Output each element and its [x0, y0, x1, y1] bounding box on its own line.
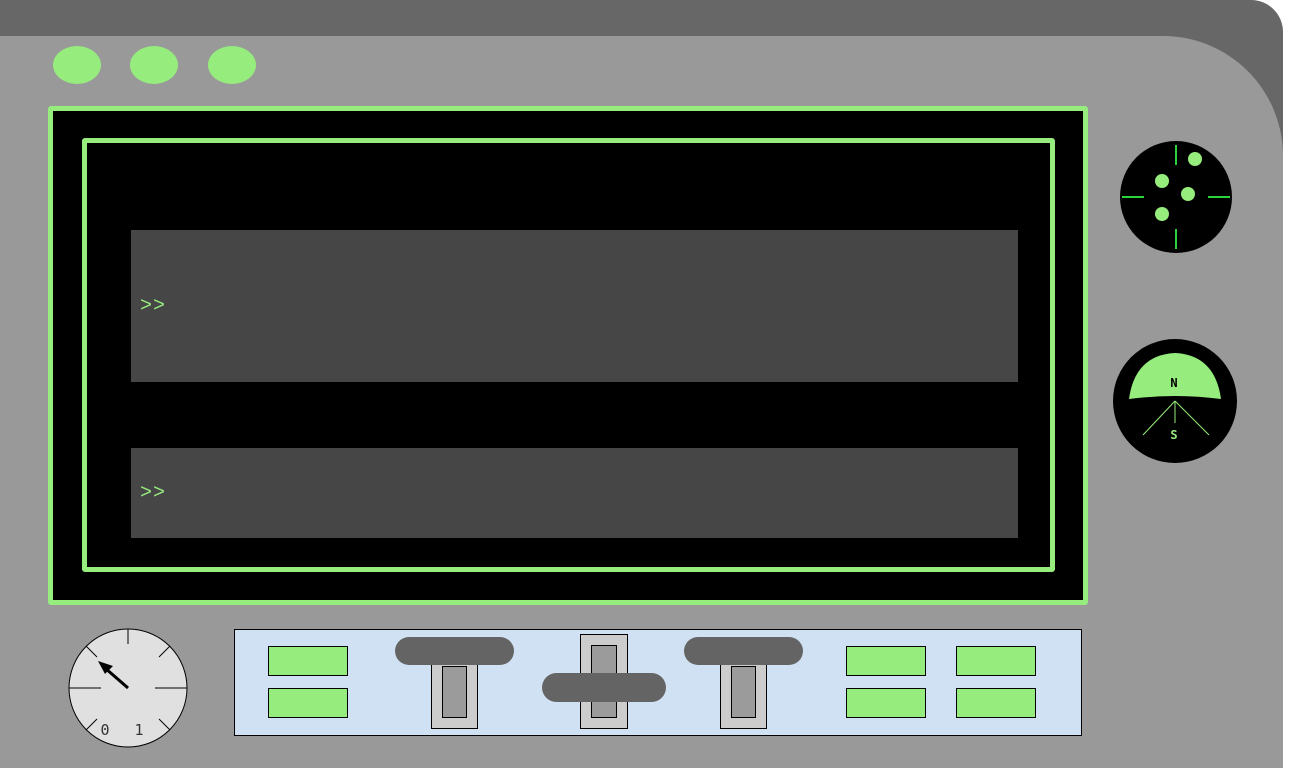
indicator-light-3[interactable] [208, 46, 256, 84]
console-output[interactable]: >> [131, 230, 1018, 382]
indicator-light-1[interactable] [53, 46, 101, 84]
compass-south-label: S [1170, 428, 1177, 442]
analog-gauge: 0 1 [68, 628, 188, 748]
left-button-top[interactable] [268, 646, 348, 676]
radar-blip [1181, 187, 1195, 201]
radar-blip [1188, 152, 1202, 166]
radar-icon[interactable] [1120, 141, 1232, 253]
right-button-3[interactable] [846, 688, 926, 718]
console-prompt: >> [140, 294, 167, 318]
radar-blip [1155, 207, 1169, 221]
slider-handle-1[interactable] [395, 637, 514, 665]
slider-handle-2[interactable] [542, 673, 666, 702]
radar-blip [1155, 174, 1169, 188]
compass-icon[interactable]: N S [1113, 339, 1237, 463]
slider-track-3 [720, 655, 767, 729]
input-prompt: >> [140, 481, 167, 505]
right-button-4[interactable] [956, 688, 1036, 718]
compass-north-label: N [1170, 376, 1177, 390]
control-console [234, 629, 1082, 736]
gauge-label-one: 1 [134, 721, 143, 739]
left-button-bottom[interactable] [268, 688, 348, 718]
slider-track-1 [431, 655, 478, 729]
right-button-2[interactable] [956, 646, 1036, 676]
slider-handle-3[interactable] [684, 637, 803, 665]
console-input[interactable]: >> [131, 448, 1018, 538]
right-button-1[interactable] [846, 646, 926, 676]
indicator-light-2[interactable] [130, 46, 178, 84]
gauge-label-zero: 0 [100, 721, 109, 739]
